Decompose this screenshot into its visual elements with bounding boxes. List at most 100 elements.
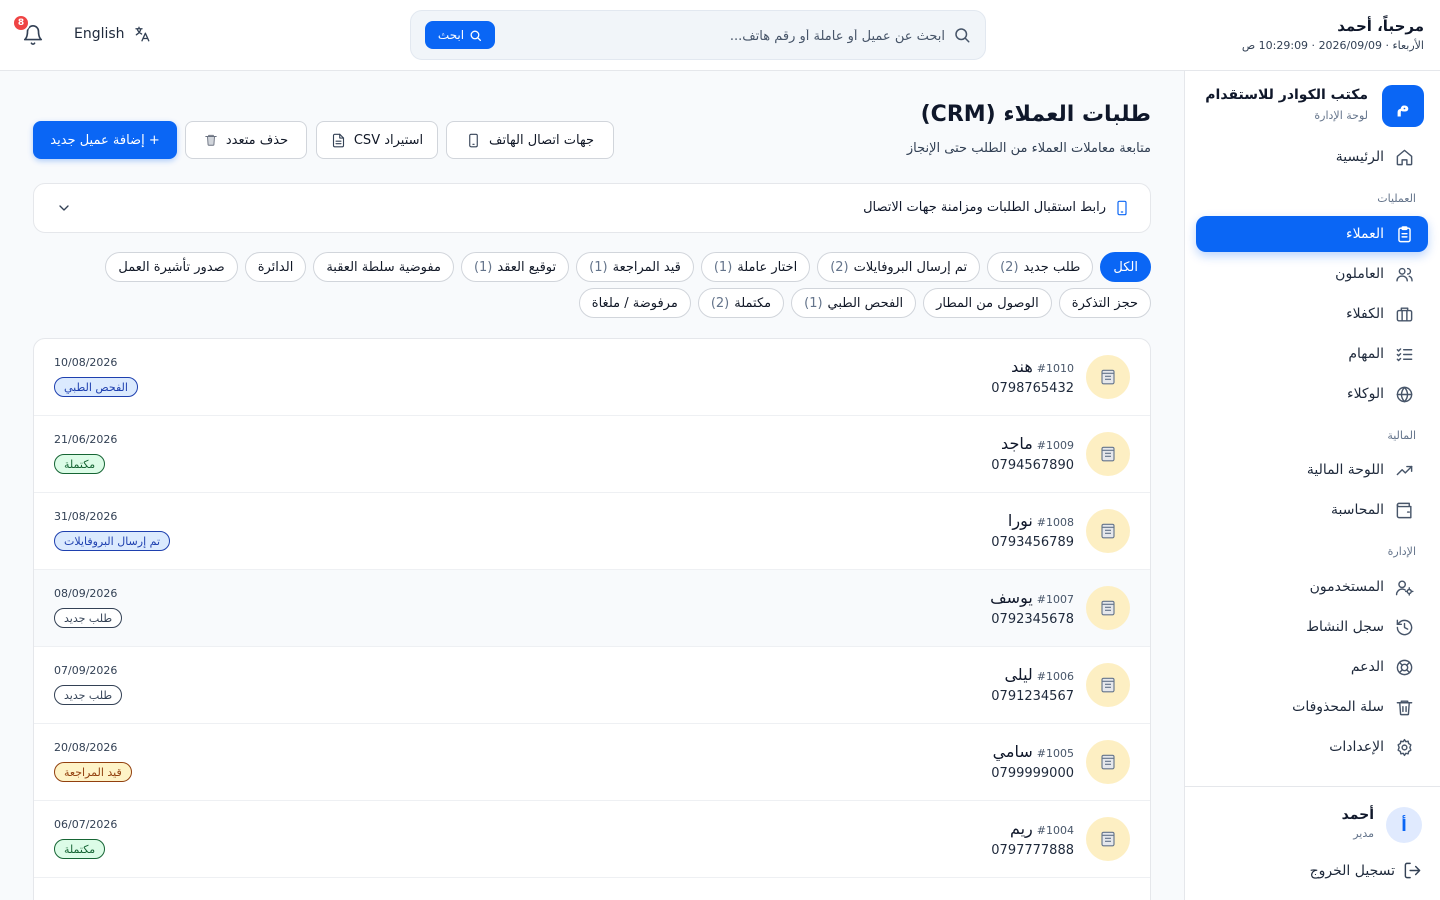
brand-name: مكتب الكوادر للاستقدام <box>1205 87 1368 103</box>
client-phone: 0793456789 <box>991 535 1074 550</box>
client-list: #1010 هند 0798765432 10/08/2026 الفحص الطبي #… <box>33 338 1151 900</box>
sidebar-item-clients[interactable]: العملاء <box>1196 216 1428 252</box>
sidebar-item-label: العملاء <box>1346 226 1384 242</box>
notepad-icon <box>1086 432 1130 476</box>
smartphone-icon <box>466 133 481 148</box>
table-row[interactable]: #1004 ريم 0797777888 06/07/2026 مكتملة <box>34 801 1150 878</box>
filter-chip-label: مكتملة <box>734 295 772 311</box>
sidebar-item-settings[interactable]: الإعدادات <box>1196 729 1428 765</box>
sidebar-item-finance-board[interactable]: اللوحة المالية <box>1196 452 1428 488</box>
client-name: ريم <box>1009 819 1033 838</box>
intake-link-panel[interactable]: رابط استقبال الطلبات ومزامنة جهات الاتصا… <box>33 183 1151 233</box>
filter-chip[interactable]: الوصول من المطار <box>923 288 1052 318</box>
sidebar-item-label: المحاسبة <box>1330 502 1384 518</box>
table-row[interactable]: #1007 يوسف 0792345678 08/09/2026 طلب جديد <box>34 570 1150 647</box>
language-switcher[interactable]: English <box>74 25 151 43</box>
filter-chip-count: (1) <box>804 295 823 311</box>
table-row[interactable]: #1008 نورا 0793456789 31/08/2026 تم إرسال ال… <box>34 493 1150 570</box>
bulk-delete-label: حذف متعدد <box>225 132 289 148</box>
notepad-icon <box>1086 586 1130 630</box>
status-badge: الفحص الطبي <box>54 377 138 397</box>
lifebuoy-icon <box>1394 657 1414 677</box>
sidebar-item-accounting[interactable]: المحاسبة <box>1196 492 1428 528</box>
client-date: 06/07/2026 <box>54 818 118 831</box>
sidebar-item-workers[interactable]: العاملون <box>1196 256 1428 292</box>
sidebar-item-label: المستخدمون <box>1309 579 1384 595</box>
globe-icon <box>1394 384 1414 404</box>
sidebar-item-sponsors[interactable]: الكفلاء <box>1196 296 1428 332</box>
client-name-line: #1006 ليلى <box>1004 665 1074 684</box>
client-date: 21/06/2026 <box>54 433 118 446</box>
sidebar-item-tasks[interactable]: المهام <box>1196 336 1428 372</box>
filter-chip[interactable]: مكتملة (2) <box>697 288 785 318</box>
sidebar-section-admin: الإدارة <box>1387 545 1416 558</box>
sidebar-item-home[interactable]: الرئيسية <box>1196 139 1428 175</box>
sidebar-item-label: اللوحة المالية <box>1306 462 1384 478</box>
search-button[interactable]: ابحث <box>425 21 495 49</box>
filter-chip[interactable]: تم إرسال البروفايلات (2) <box>817 252 981 282</box>
notepad-icon <box>1086 663 1130 707</box>
avatar: أ <box>1386 807 1422 843</box>
add-client-button[interactable]: + إضافة عميل جديد <box>33 121 177 159</box>
filter-chip[interactable]: الكل <box>1100 252 1151 282</box>
client-id: #1004 <box>1036 824 1074 837</box>
filter-chip[interactable]: الدائرة <box>244 252 307 282</box>
client-name: يوسف <box>990 588 1033 607</box>
users-icon <box>1394 264 1414 284</box>
client-date: 31/08/2026 <box>54 510 118 523</box>
table-row[interactable]: #1006 ليلى 0791234567 07/09/2026 طلب جديد <box>34 647 1150 724</box>
table-row[interactable]: #1005 سامي 0799999000 20/08/2026 قيد المراجع… <box>34 724 1150 801</box>
client-name-line: #1008 نورا <box>1008 511 1074 530</box>
sidebar-item-label: الإعدادات <box>1329 739 1384 755</box>
phone-contacts-button[interactable]: جهات اتصال الهاتف <box>446 121 614 159</box>
bulk-delete-button[interactable]: حذف متعدد <box>185 121 307 159</box>
intake-link-title: رابط استقبال الطلبات ومزامنة جهات الاتصا… <box>863 200 1106 215</box>
client-id: #1006 <box>1036 670 1074 683</box>
sidebar-item-users[interactable]: المستخدمون <box>1196 569 1428 605</box>
client-phone: 0799999000 <box>991 766 1074 781</box>
filter-chip[interactable]: مفوضية سلطة العقبة <box>313 252 454 282</box>
client-date: 10/08/2026 <box>54 356 118 369</box>
filter-chip[interactable]: صدور تأشيرة العمل <box>105 252 238 282</box>
filter-chip[interactable]: قيد المراجعة (1) <box>576 252 694 282</box>
client-id: #1009 <box>1036 439 1074 452</box>
sidebar-section-finance: المالية <box>1387 429 1416 442</box>
sidebar-item-trash[interactable]: سلة المحذوفات <box>1196 689 1428 725</box>
filter-chip[interactable]: اختار عاملة (1) <box>700 252 811 282</box>
status-badge: مكتملة <box>54 839 106 859</box>
sidebar-item-activity-log[interactable]: سجل النشاط <box>1196 609 1428 645</box>
filter-chip-label: قيد المراجعة <box>612 259 681 275</box>
user-cog-icon <box>1394 577 1414 597</box>
client-name-line: #1010 هند <box>1011 357 1074 376</box>
table-row[interactable]: #1009 ماجد 0794567890 21/06/2026 مكتملة <box>34 416 1150 493</box>
logout-button[interactable]: تسجيل الخروج <box>1310 861 1422 880</box>
search-button-label: ابحث <box>437 28 465 42</box>
filter-chip[interactable]: مرفوضة / ملغاة <box>578 288 691 318</box>
sidebar-item-label: سلة المحذوفات <box>1292 699 1384 715</box>
status-badge: مكتملة <box>54 454 106 474</box>
search-input[interactable] <box>505 23 945 49</box>
home-icon <box>1394 147 1414 167</box>
status-badge: تم إرسال البروفايلات <box>54 531 171 551</box>
table-row[interactable]: #1010 هند 0798765432 10/08/2026 الفحص الطبي <box>34 339 1150 416</box>
filter-chip-count: (1) <box>473 259 493 275</box>
filter-chip[interactable]: طلب جديد (2) <box>987 252 1094 282</box>
client-phone: 0794567890 <box>991 458 1074 473</box>
sidebar-item-agents[interactable]: الوكلاء <box>1196 376 1428 412</box>
sidebar-item-label: الدعم <box>1350 659 1384 675</box>
page-subtitle: متابعة معاملات العملاء من الطلب حتى الإن… <box>906 141 1151 156</box>
filter-chip[interactable]: توقيع العقد (1) <box>460 252 570 282</box>
status-badge: قيد المراجعة <box>54 762 132 782</box>
current-datetime: الأربعاء · 2026/09/09 · 10:29:09 ص <box>1241 39 1424 52</box>
wallet-icon <box>1394 500 1414 520</box>
client-date: 08/09/2026 <box>54 587 118 600</box>
filter-chip[interactable]: الفحص الطبي (1) <box>791 288 917 318</box>
sidebar-item-support[interactable]: الدعم <box>1196 649 1428 685</box>
filter-chip[interactable]: حجز التذكرة <box>1058 288 1151 318</box>
add-client-label: + إضافة عميل جديد <box>50 132 160 148</box>
client-name: نورا <box>1007 511 1033 530</box>
sidebar: م مكتب الكوادر للاستقدام لوحة الإدارة ال… <box>1184 71 1440 900</box>
filter-chip-count: (1) <box>589 259 608 275</box>
import-csv-button[interactable]: استيراد CSV <box>316 121 438 159</box>
chevron-down-icon[interactable] <box>56 200 72 216</box>
